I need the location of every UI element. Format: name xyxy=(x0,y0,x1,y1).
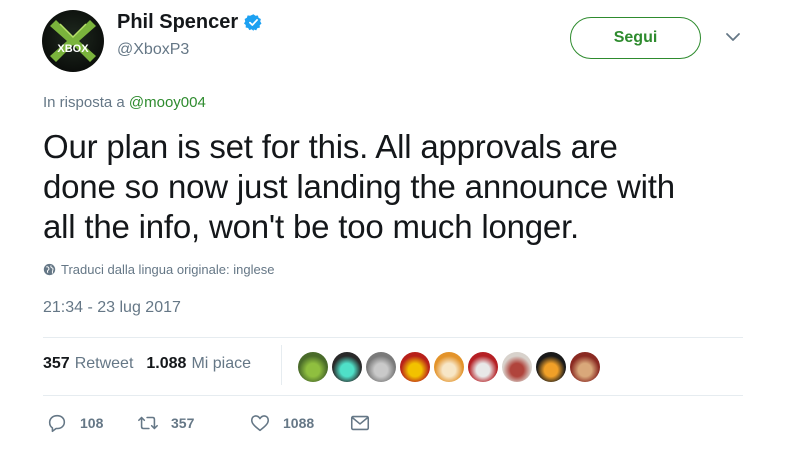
tweet-timestamp[interactable]: 21:34 - 23 lug 2017 xyxy=(43,299,181,317)
tweet-text-line: all the info, won't be too much longer. xyxy=(43,208,580,245)
tweet-actions: 108 357 1088 xyxy=(46,412,371,434)
reply-prefix: In risposta a xyxy=(43,94,129,111)
author-avatar[interactable]: XBOX xyxy=(42,10,104,72)
retweet-count: 357 xyxy=(171,415,195,431)
liker-avatar[interactable] xyxy=(400,352,430,382)
liker-avatar[interactable] xyxy=(570,352,600,382)
reply-count: 108 xyxy=(80,415,104,431)
reply-target-link[interactable]: @mooy004 xyxy=(129,94,206,111)
author-handle[interactable]: @XboxP3 xyxy=(117,41,189,59)
likes-count: 1.088 xyxy=(146,355,187,372)
author-display-name[interactable]: Phil Spencer xyxy=(117,11,238,34)
retweet-icon xyxy=(138,416,158,430)
retweets-label: Retweet xyxy=(74,355,134,372)
verified-badge-icon xyxy=(244,14,262,31)
heart-icon xyxy=(250,415,270,432)
divider xyxy=(43,337,743,338)
likes-stat[interactable]: 1.088 Mi piace xyxy=(146,355,251,373)
envelope-icon xyxy=(350,415,370,431)
retweets-stat[interactable]: 357 Retweet xyxy=(43,355,133,373)
chevron-down-icon[interactable] xyxy=(724,30,742,44)
translate-label: Traduci dalla lingua originale: inglese xyxy=(61,262,275,277)
liker-avatar[interactable] xyxy=(468,352,498,382)
liker-avatars xyxy=(298,352,600,382)
direct-message-action[interactable] xyxy=(349,412,371,434)
stats-separator xyxy=(281,345,282,385)
liker-avatar[interactable] xyxy=(502,352,532,382)
liker-avatar[interactable] xyxy=(332,352,362,382)
reply-action[interactable]: 108 xyxy=(46,412,137,434)
avatar-logo-text: XBOX xyxy=(57,43,89,55)
retweet-action[interactable]: 357 xyxy=(137,412,249,434)
liker-avatar[interactable] xyxy=(536,352,566,382)
follow-button[interactable]: Segui xyxy=(570,17,701,59)
liker-avatar[interactable] xyxy=(298,352,328,382)
divider xyxy=(43,395,743,396)
reply-context: In risposta a @mooy004 xyxy=(43,94,206,111)
translate-link[interactable]: Traduci dalla lingua originale: inglese xyxy=(43,262,274,277)
tweet-text-line: done so now just landing the announce wi… xyxy=(43,168,675,205)
liker-avatar[interactable] xyxy=(366,352,396,382)
xbox-logo-icon: XBOX xyxy=(50,20,96,62)
like-action[interactable]: 1088 xyxy=(249,412,349,434)
globe-icon xyxy=(43,263,56,276)
like-count: 1088 xyxy=(283,415,315,431)
tweet-stats: 357 Retweet 1.088 Mi piace xyxy=(43,355,251,373)
tweet-text: Our plan is set for this. All approvals … xyxy=(43,127,743,247)
tweet-text-line: Our plan is set for this. All approvals … xyxy=(43,128,618,165)
retweets-count: 357 xyxy=(43,355,70,372)
reply-icon xyxy=(48,414,66,433)
likes-label: Mi piace xyxy=(191,355,252,372)
liker-avatar[interactable] xyxy=(434,352,464,382)
author-name-row: Phil Spencer xyxy=(117,11,263,34)
